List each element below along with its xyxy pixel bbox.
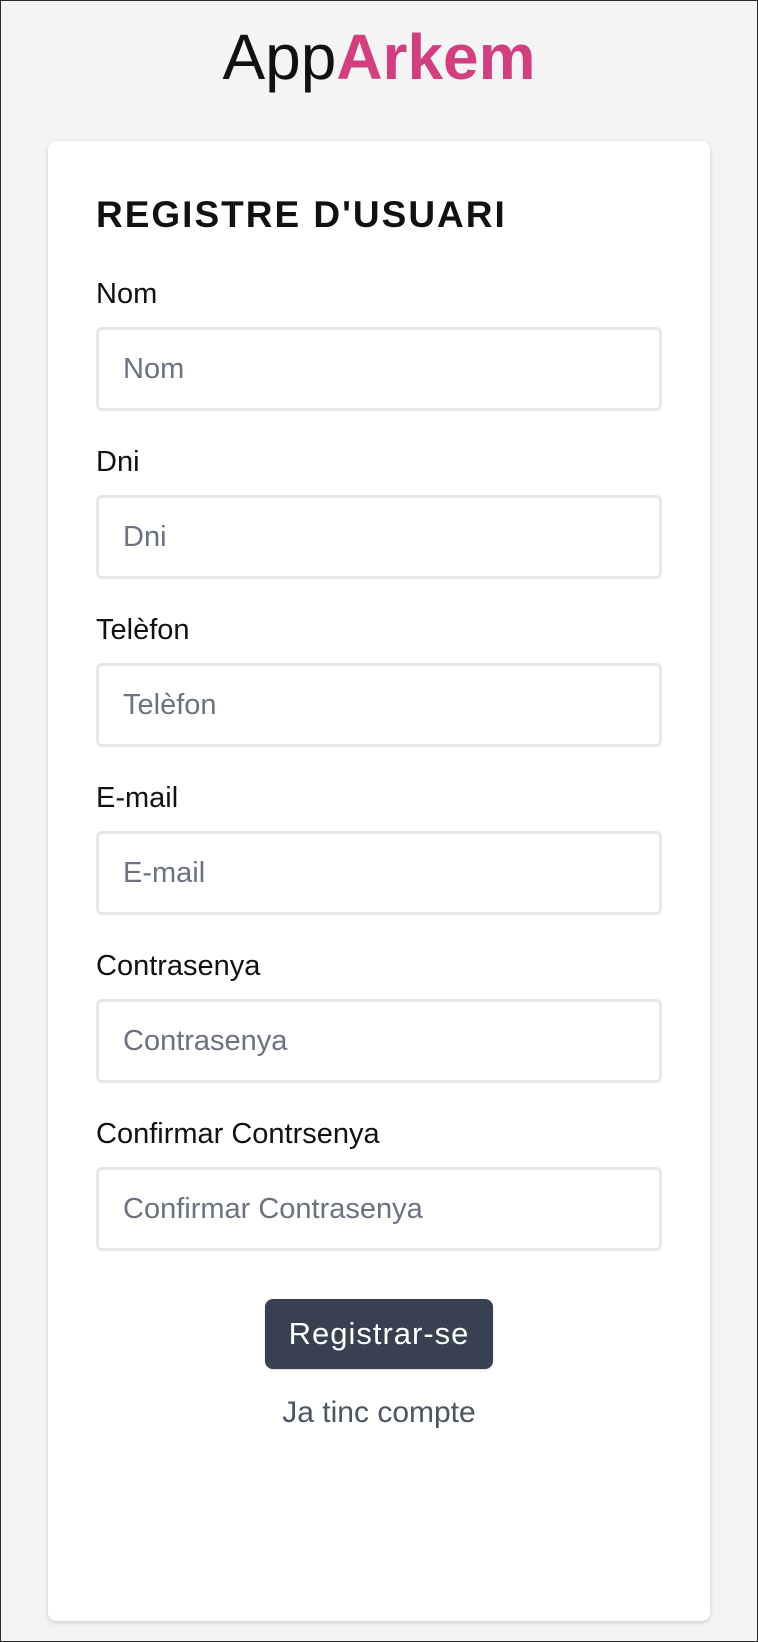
email-label: E-mail	[96, 782, 179, 814]
dni-field-group: Dni	[96, 445, 662, 579]
password-input[interactable]	[96, 999, 662, 1083]
logo-brand-text: Arkem	[336, 21, 536, 93]
phone-field-group: Telèfon	[96, 613, 662, 747]
confirm-password-label: Confirmar Contrsenya	[96, 1118, 380, 1150]
name-label: Nom	[96, 278, 158, 310]
form-title: REGISTRE D'USUARI	[96, 194, 507, 235]
email-input[interactable]	[96, 831, 662, 915]
password-label: Contrasenya	[96, 950, 261, 982]
logo-app-text: App	[222, 21, 337, 93]
form-actions: Registrar-se Ja tinc compte	[96, 1299, 662, 1431]
dni-input[interactable]	[96, 495, 662, 579]
phone-label: Telèfon	[96, 614, 190, 646]
register-card: REGISTRE D'USUARI Nom Dni Telèfon E-mail…	[48, 141, 710, 1621]
name-field-group: Nom	[96, 277, 662, 411]
confirm-password-field-group: Confirmar Contrsenya	[96, 1117, 662, 1251]
password-field-group: Contrasenya	[96, 949, 662, 1083]
phone-input[interactable]	[96, 663, 662, 747]
page: { "logo": { "app": "App", "brand": "Arke…	[0, 0, 758, 1642]
confirm-password-input[interactable]	[96, 1167, 662, 1251]
register-button[interactable]: Registrar-se	[264, 1299, 494, 1369]
email-field-group: E-mail	[96, 781, 662, 915]
name-input[interactable]	[96, 327, 662, 411]
app-logo: AppArkem	[1, 21, 757, 93]
dni-label: Dni	[96, 446, 140, 478]
existing-account-link[interactable]: Ja tinc compte	[96, 1395, 662, 1431]
